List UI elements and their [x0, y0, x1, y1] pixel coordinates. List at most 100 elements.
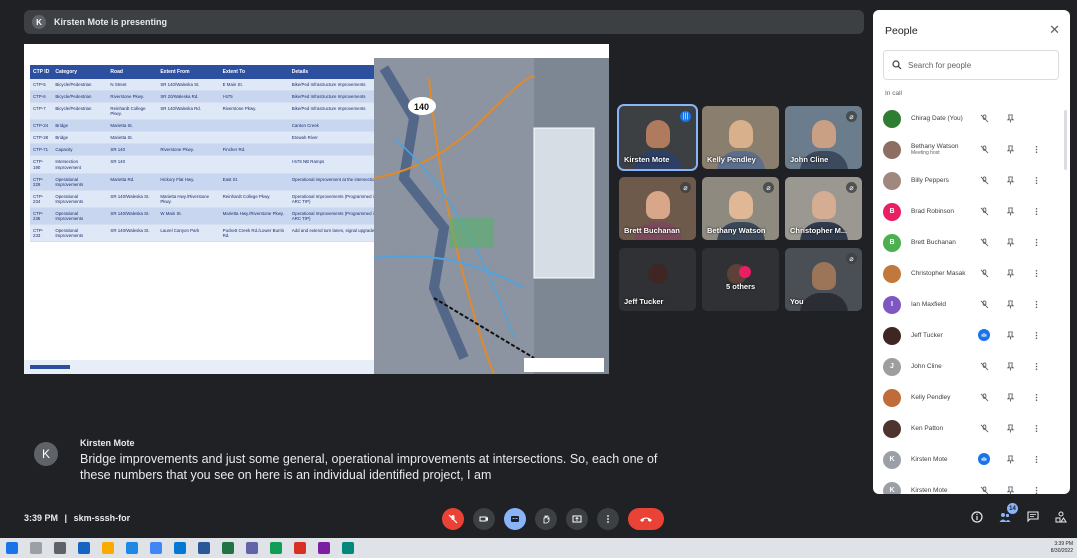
table-cell: CTP-6: [30, 90, 53, 104]
more-vert-icon[interactable]: [1030, 236, 1042, 248]
mic-off-icon: ⌀: [846, 253, 857, 264]
edge-icon[interactable]: [78, 542, 90, 554]
participant-row[interactable]: K Kirsten Mote: [873, 444, 1070, 475]
participant-row[interactable]: Ken Patton: [873, 413, 1070, 444]
video-tile-bethany-watson[interactable]: ⌀ Bethany Watson: [702, 177, 779, 240]
video-tile-you[interactable]: ⌀ You: [785, 248, 862, 311]
people-search-field[interactable]: Search for people: [883, 50, 1059, 80]
svg-text:140: 140: [414, 102, 429, 112]
avatar: [883, 109, 901, 128]
participant-row[interactable]: I Ian Maxfield: [873, 289, 1070, 320]
people-button[interactable]: 14: [998, 503, 1018, 524]
table-cell: SR 140/Waleska St.: [107, 207, 158, 225]
participant-row[interactable]: J John Cline: [873, 351, 1070, 382]
taskbar-clock[interactable]: 3:39 PM 8/30/2022: [1051, 541, 1073, 555]
word-icon[interactable]: [198, 542, 210, 554]
participant-row[interactable]: Billy Peppers: [873, 165, 1070, 196]
app-icon[interactable]: [342, 542, 354, 554]
more-vert-icon[interactable]: [1030, 298, 1042, 310]
video-tile-others[interactable]: 5 others: [702, 248, 779, 311]
pin-icon[interactable]: [1004, 112, 1016, 124]
camera-toggle-button[interactable]: [473, 508, 495, 530]
participant-row[interactable]: B Brad Robinson: [873, 196, 1070, 227]
meet-icon[interactable]: [270, 542, 282, 554]
chrome-icon[interactable]: [150, 542, 162, 554]
participant-actions: [978, 205, 1042, 217]
more-vert-icon[interactable]: [1030, 329, 1042, 341]
pin-icon[interactable]: [1004, 360, 1016, 372]
more-vert-icon[interactable]: [1030, 360, 1042, 372]
mic-off-icon: ⌀: [846, 182, 857, 193]
video-tile-kirsten-mote[interactable]: ||| Kirsten Mote: [617, 104, 698, 171]
mic-off-icon: [978, 298, 990, 310]
participant-row[interactable]: Kelly Pendley: [873, 382, 1070, 413]
leave-call-button[interactable]: [628, 508, 664, 530]
video-tile-jeff-tucker[interactable]: Jeff Tucker: [619, 248, 696, 311]
excel-icon[interactable]: [222, 542, 234, 554]
search-icon[interactable]: [30, 542, 42, 554]
pin-icon[interactable]: [1004, 391, 1016, 403]
participant-face: [728, 120, 753, 148]
meeting-details-button[interactable]: [970, 510, 984, 524]
video-tile-john-cline[interactable]: ⌀ John Cline: [785, 106, 862, 169]
mic-toggle-button[interactable]: [442, 508, 464, 530]
participant-face: [811, 262, 836, 290]
more-vert-icon[interactable]: [1030, 453, 1042, 465]
table-cell: [157, 119, 220, 133]
more-vert-icon[interactable]: [1030, 143, 1042, 155]
teams-icon[interactable]: [246, 542, 258, 554]
captions-button[interactable]: [504, 508, 526, 530]
participant-row[interactable]: K Kirsten Mote: [873, 475, 1070, 494]
pin-icon[interactable]: [1004, 236, 1016, 248]
pin-icon[interactable]: [1004, 453, 1016, 465]
more-vert-icon[interactable]: [1030, 484, 1042, 494]
more-options-button[interactable]: [597, 508, 619, 530]
close-icon[interactable]: ✕: [1049, 22, 1060, 38]
more-vert-icon[interactable]: [1030, 267, 1042, 279]
file-explorer-icon[interactable]: [102, 542, 114, 554]
mic-off-icon: [978, 205, 990, 217]
more-vert-icon[interactable]: [1030, 174, 1042, 186]
tile-name: You: [790, 297, 804, 306]
participant-row[interactable]: B Brett Buchanan: [873, 227, 1070, 258]
participant-row[interactable]: Christopher Masak: [873, 258, 1070, 289]
speaking-icon: [978, 453, 990, 465]
pin-icon[interactable]: [1004, 143, 1016, 155]
table-cell: Riverstone Pkwy.: [107, 90, 158, 104]
table-cell: Bike/Ped Infrastructure Improvements: [288, 102, 386, 121]
start-icon[interactable]: [6, 542, 18, 554]
video-tile-brett-buchanan[interactable]: ⌀ Brett Buchanan: [619, 177, 696, 240]
participant-face: [811, 120, 836, 148]
app-icon[interactable]: [318, 542, 330, 554]
participant-row[interactable]: Jeff Tucker: [873, 320, 1070, 351]
participant-name: Christopher Masak: [911, 270, 966, 277]
raise-hand-button[interactable]: [535, 508, 557, 530]
pin-icon[interactable]: [1004, 484, 1016, 494]
store-icon[interactable]: [126, 542, 138, 554]
more-vert-icon[interactable]: [1030, 422, 1042, 434]
pin-icon[interactable]: [1004, 329, 1016, 341]
video-tile-christopher-m[interactable]: ⌀ Christopher M...: [785, 177, 862, 240]
table-cell: SR 140: [107, 143, 158, 157]
more-vert-icon[interactable]: [1030, 205, 1042, 217]
pin-icon[interactable]: [1004, 422, 1016, 434]
participant-row[interactable]: Chirag Date (You): [873, 103, 1070, 134]
pin-icon[interactable]: [1004, 298, 1016, 310]
chat-button[interactable]: [1026, 510, 1040, 524]
pin-icon[interactable]: [1004, 205, 1016, 217]
outlook-icon[interactable]: [174, 542, 186, 554]
app-icon[interactable]: [294, 542, 306, 554]
meet-window: K Kirsten Mote is presenting CTP ID Categ…: [0, 0, 1077, 558]
task-view-icon[interactable]: [54, 542, 66, 554]
pin-icon[interactable]: [1004, 174, 1016, 186]
avatar: K: [883, 450, 901, 469]
participant-row[interactable]: Bethany Watson Meeting host: [873, 134, 1070, 165]
activities-button[interactable]: [1054, 510, 1068, 524]
video-tile-kelly-pendley[interactable]: Kelly Pendley: [702, 106, 779, 169]
table-cell: Operational Improvements: [52, 224, 108, 243]
presenter-bar[interactable]: K Kirsten Mote is presenting: [24, 10, 864, 34]
present-button[interactable]: [566, 508, 588, 530]
scrollbar[interactable]: [1064, 110, 1067, 170]
more-vert-icon[interactable]: [1030, 391, 1042, 403]
pin-icon[interactable]: [1004, 267, 1016, 279]
